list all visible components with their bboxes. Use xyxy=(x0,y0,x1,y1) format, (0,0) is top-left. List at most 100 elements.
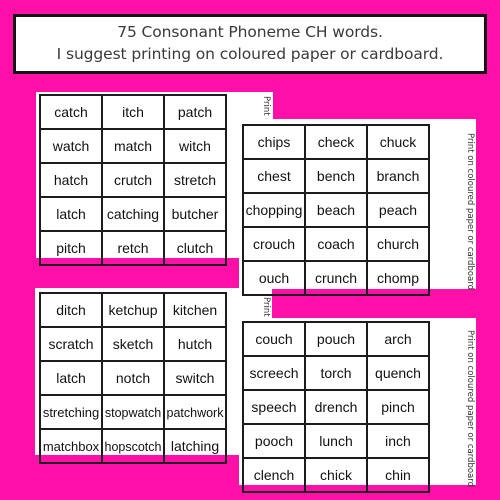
word-label: quench xyxy=(375,365,421,381)
word-row: stretching stopwatch patchwork xyxy=(39,394,227,430)
print-note: Print on coloured paper or cardboard xyxy=(465,330,475,487)
word-label: hutch xyxy=(177,336,213,352)
word-label: arch xyxy=(384,331,412,347)
word-label: pinch xyxy=(381,399,415,415)
word-row: speech drench pinch xyxy=(242,389,430,425)
word-label: chomp xyxy=(376,270,420,286)
word-card: peach xyxy=(366,192,430,228)
word-card: chin xyxy=(366,457,430,493)
word-card: lunch xyxy=(304,423,368,459)
word-grid: catch itch patch watch match witch hatch crutch… xyxy=(39,94,227,266)
word-label: latching xyxy=(170,438,220,454)
word-label: itch xyxy=(122,104,144,120)
word-row: crouch coach church xyxy=(242,226,430,262)
word-card: witch xyxy=(163,128,227,164)
word-card: patchwork xyxy=(163,394,227,430)
word-card: pinch xyxy=(366,389,430,425)
word-card: latch xyxy=(39,360,103,396)
word-label: chick xyxy=(320,467,352,483)
word-label: screech xyxy=(249,365,299,381)
word-label: pooch xyxy=(254,433,294,449)
word-card: chopping xyxy=(242,192,306,228)
word-card-sheet-2: chips check chuck chest bench branch chopping b… xyxy=(239,119,476,296)
word-card: coach xyxy=(304,226,368,262)
word-card: chips xyxy=(242,124,306,160)
word-grid: ditch ketchup kitchen scratch sketch hutch lat… xyxy=(39,292,227,464)
title-line-1: 75 Consonant Phoneme CH words. xyxy=(117,23,383,41)
word-row: catch itch patch xyxy=(39,94,227,130)
word-card: latch xyxy=(39,196,103,232)
word-card: catching xyxy=(101,196,165,232)
word-label: crunch xyxy=(314,270,358,286)
word-row: ditch ketchup kitchen xyxy=(39,292,227,328)
word-label: bench xyxy=(316,168,356,184)
word-card: ketchup xyxy=(101,292,165,328)
word-card: ditch xyxy=(39,292,103,328)
word-card: stretching xyxy=(39,394,103,430)
word-label: church xyxy=(376,236,420,252)
word-label: sketch xyxy=(112,336,154,352)
word-label: ketchup xyxy=(108,302,158,318)
word-row: watch match witch xyxy=(39,128,227,164)
word-card: patch xyxy=(163,94,227,130)
word-label: stretch xyxy=(173,172,216,188)
word-row: scratch sketch hutch xyxy=(39,326,227,362)
word-label: branch xyxy=(376,168,420,184)
word-label: watch xyxy=(52,138,90,154)
word-row: ouch crunch chomp xyxy=(242,260,430,296)
word-label: chin xyxy=(385,467,411,483)
word-card: hatch xyxy=(39,162,103,198)
word-row: latch notch switch xyxy=(39,360,227,396)
word-card: couch xyxy=(242,321,306,357)
print-note: Print on coloured paper or cardboard xyxy=(465,133,475,290)
word-card: pitch xyxy=(39,230,103,266)
word-card-sheet-4: couch pouch arch screech torch quench speech dr… xyxy=(239,318,476,493)
word-card: pooch xyxy=(242,423,306,459)
word-label: kitchen xyxy=(172,302,218,318)
word-label: inch xyxy=(385,433,411,449)
word-card: chick xyxy=(304,457,368,493)
word-card: clutch xyxy=(163,230,227,266)
word-label: patchwork xyxy=(166,406,224,420)
word-card: beach xyxy=(304,192,368,228)
word-label: hopscotch xyxy=(104,440,162,454)
word-card: hutch xyxy=(163,326,227,362)
word-card: chuck xyxy=(366,124,430,160)
word-label: patch xyxy=(177,104,213,120)
word-row: pooch lunch inch xyxy=(242,423,430,459)
word-card: speech xyxy=(242,389,306,425)
word-label: latch xyxy=(56,370,86,386)
word-row: pitch retch clutch xyxy=(39,230,227,266)
word-label: pouch xyxy=(316,331,356,347)
word-card: kitchen xyxy=(163,292,227,328)
word-card: itch xyxy=(101,94,165,130)
word-label: matchbox xyxy=(42,439,100,454)
word-label: retch xyxy=(117,240,149,256)
word-label: butcher xyxy=(171,206,219,222)
word-card: branch xyxy=(366,158,430,194)
word-label: torch xyxy=(320,365,352,381)
word-label: chuck xyxy=(379,134,417,150)
word-card: butcher xyxy=(163,196,227,232)
word-row: chips check chuck xyxy=(242,124,430,160)
word-card: hopscotch xyxy=(101,428,165,464)
word-label: clutch xyxy=(176,240,214,256)
word-card: chest xyxy=(242,158,306,194)
word-label: lunch xyxy=(319,433,353,449)
word-card: inch xyxy=(366,423,430,459)
word-card: crunch xyxy=(304,260,368,296)
word-label: ouch xyxy=(258,270,290,286)
word-label: peach xyxy=(378,202,418,218)
word-card: retch xyxy=(101,230,165,266)
title-banner: 75 Consonant Phoneme CH words. I suggest… xyxy=(13,14,487,74)
word-card: latching xyxy=(163,428,227,464)
word-label: chest xyxy=(257,168,291,184)
word-row: screech torch quench xyxy=(242,355,430,391)
word-card: chomp xyxy=(366,260,430,296)
word-label: coach xyxy=(317,236,355,252)
word-label: match xyxy=(113,138,153,154)
word-row: couch pouch arch xyxy=(242,321,430,357)
word-label: pitch xyxy=(56,240,86,256)
word-card: matchbox xyxy=(39,428,103,464)
word-label: hatch xyxy=(53,172,89,188)
